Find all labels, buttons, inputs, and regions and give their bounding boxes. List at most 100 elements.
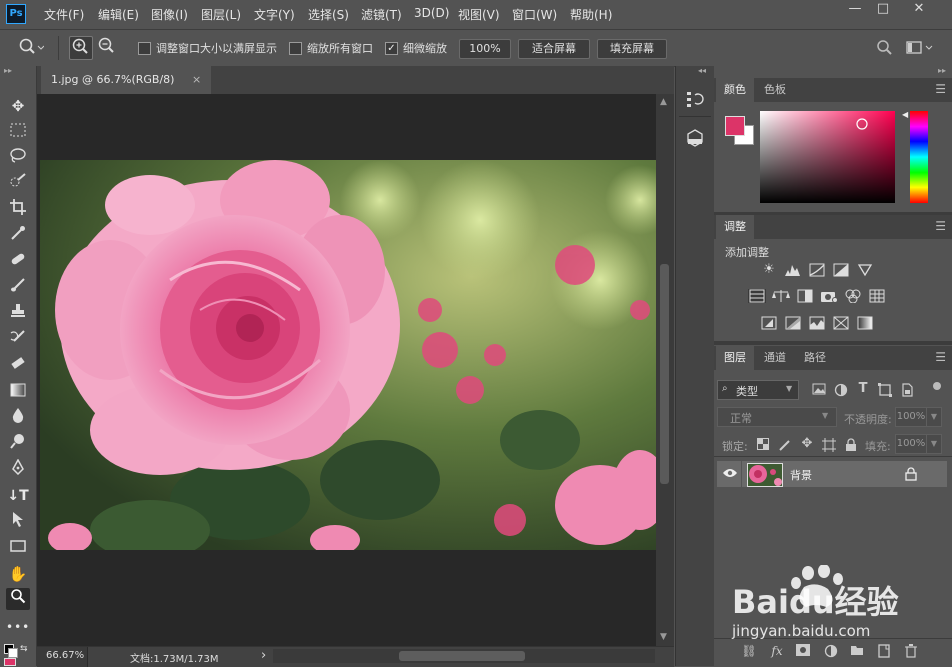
hue-marker-icon[interactable]: ◀: [902, 110, 908, 119]
vertical-scroll-thumb[interactable]: [660, 264, 669, 484]
channel-mixer-icon[interactable]: [844, 289, 862, 304]
minimize-button[interactable]: —: [840, 0, 870, 18]
vertical-scrollbar[interactable]: ▲ ▼: [656, 94, 674, 646]
swap-colors-icon[interactable]: ⇆: [20, 644, 28, 654]
close-button[interactable]: ✕: [904, 0, 934, 18]
horizontal-scrollbar[interactable]: [273, 649, 655, 663]
lock-artboard-icon[interactable]: [820, 438, 838, 452]
layer-style-icon[interactable]: fx: [768, 644, 786, 658]
foreground-color-chip[interactable]: [4, 658, 16, 666]
blur-tool-icon[interactable]: [6, 407, 30, 429]
threshold-icon[interactable]: [808, 316, 826, 330]
scrubby-zoom-checkbox[interactable]: ✓: [385, 42, 398, 55]
zoom-tool-preset-icon[interactable]: [18, 37, 45, 57]
expand-panels-icon[interactable]: ◂◂: [698, 66, 706, 75]
posterize-icon[interactable]: [784, 316, 802, 330]
new-group-icon[interactable]: [848, 644, 866, 659]
lock-pixels-icon[interactable]: [776, 438, 794, 452]
quick-select-tool-icon[interactable]: [6, 173, 30, 195]
fill-dropdown-icon[interactable]: ▼: [926, 434, 942, 454]
lock-transparent-icon[interactable]: [754, 438, 772, 452]
hue-saturation-icon[interactable]: [748, 289, 766, 303]
color-panel-menu-icon[interactable]: ☰: [935, 82, 946, 96]
add-mask-icon[interactable]: [794, 644, 812, 659]
filter-adjustment-icon[interactable]: [832, 383, 850, 397]
pen-tool-icon[interactable]: [6, 458, 30, 481]
menu-edit[interactable]: 编辑(E): [98, 6, 139, 23]
menu-file[interactable]: 文件(F): [44, 6, 84, 23]
tab-layers[interactable]: 图层: [716, 346, 754, 370]
filter-shape-icon[interactable]: [876, 383, 894, 397]
layers-panel-menu-icon[interactable]: ☰: [935, 350, 946, 364]
workspace-icon[interactable]: [906, 40, 934, 59]
eraser-tool-icon[interactable]: [6, 355, 30, 377]
image-canvas[interactable]: [40, 160, 656, 550]
levels-icon[interactable]: [784, 263, 802, 277]
layer-row[interactable]: 背景: [717, 461, 947, 487]
tab-paths[interactable]: 路径: [796, 346, 834, 370]
color-balance-icon[interactable]: [772, 289, 790, 303]
menu-help[interactable]: 帮助(H): [570, 6, 612, 23]
filter-type-icon[interactable]: T: [854, 382, 872, 396]
vibrance-icon[interactable]: [856, 263, 874, 277]
3d-panel-icon[interactable]: [686, 129, 704, 150]
lock-position-icon[interactable]: ✥: [798, 437, 816, 451]
tab-swatches[interactable]: 色板: [756, 78, 794, 102]
zoom-tool-icon[interactable]: [6, 588, 30, 610]
healing-brush-tool-icon[interactable]: [6, 251, 30, 273]
status-menu-arrow[interactable]: ›: [261, 648, 266, 663]
marquee-tool-icon[interactable]: [6, 121, 30, 143]
tab-adjustments[interactable]: 调整: [716, 215, 754, 239]
menu-view[interactable]: 视图(V): [458, 6, 500, 23]
document-tab[interactable]: 1.jpg @ 66.7%(RGB/8) ×: [41, 66, 212, 94]
resize-window-checkbox[interactable]: [138, 42, 151, 55]
adjustments-panel-menu-icon[interactable]: ☰: [935, 219, 946, 233]
fit-screen-button[interactable]: 适合屏幕: [518, 39, 590, 59]
history-brush-tool-icon[interactable]: [6, 329, 30, 351]
more-tools-icon[interactable]: •••: [6, 616, 30, 638]
fill-input[interactable]: 100%: [895, 434, 927, 454]
lasso-tool-icon[interactable]: [6, 147, 30, 169]
gradient-tool-icon[interactable]: [6, 381, 30, 403]
hue-slider[interactable]: [910, 111, 928, 203]
new-layer-icon[interactable]: [876, 644, 894, 661]
selective-color-icon[interactable]: [832, 316, 850, 330]
tab-channels[interactable]: 通道: [756, 346, 794, 370]
new-adjustment-layer-icon[interactable]: [822, 644, 840, 661]
menu-3d[interactable]: 3D(D): [414, 6, 449, 20]
search-icon[interactable]: [876, 39, 894, 60]
zoom-in-icon[interactable]: [69, 36, 93, 60]
menu-type[interactable]: 文字(Y): [254, 6, 295, 23]
menu-image[interactable]: 图像(I): [151, 6, 188, 23]
scroll-down-icon[interactable]: ▼: [660, 632, 667, 642]
tab-color[interactable]: 颜色: [716, 78, 754, 102]
crop-tool-icon[interactable]: [6, 199, 30, 221]
menu-layer[interactable]: 图层(L): [201, 6, 241, 23]
collapse-dock-icon[interactable]: ▸▸: [938, 66, 946, 75]
foreground-color-swatch[interactable]: [725, 116, 745, 136]
hand-tool-icon[interactable]: ✋: [6, 563, 30, 585]
type-tool-icon[interactable]: ↓T: [6, 485, 30, 507]
zoom-out-icon[interactable]: [96, 36, 118, 58]
filter-toggle[interactable]: [933, 382, 941, 390]
tab-close-icon[interactable]: ×: [192, 73, 201, 86]
path-select-tool-icon[interactable]: [6, 511, 30, 533]
delete-layer-icon[interactable]: [902, 644, 920, 661]
photo-filter-icon[interactable]: [820, 289, 838, 303]
lock-all-icon[interactable]: [842, 438, 860, 452]
invert-icon[interactable]: [760, 316, 778, 330]
curves-icon[interactable]: [808, 263, 826, 277]
blend-mode-select[interactable]: 正常 ▼: [717, 407, 837, 427]
maximize-button[interactable]: □: [868, 0, 898, 18]
move-tool-icon[interactable]: ✥: [6, 95, 30, 117]
rectangle-tool-icon[interactable]: [6, 537, 30, 559]
menu-filter[interactable]: 滤镜(T): [361, 6, 402, 23]
toolbar-collapse-icon[interactable]: ▸▸: [4, 66, 12, 75]
layer-visibility-eye-icon[interactable]: [722, 467, 738, 482]
exposure-icon[interactable]: [832, 263, 850, 277]
menu-select[interactable]: 选择(S): [308, 6, 349, 23]
dodge-tool-icon[interactable]: [6, 433, 30, 455]
brush-tool-icon[interactable]: [6, 277, 30, 299]
horizontal-scroll-thumb[interactable]: [399, 651, 525, 661]
color-field[interactable]: [760, 111, 895, 203]
